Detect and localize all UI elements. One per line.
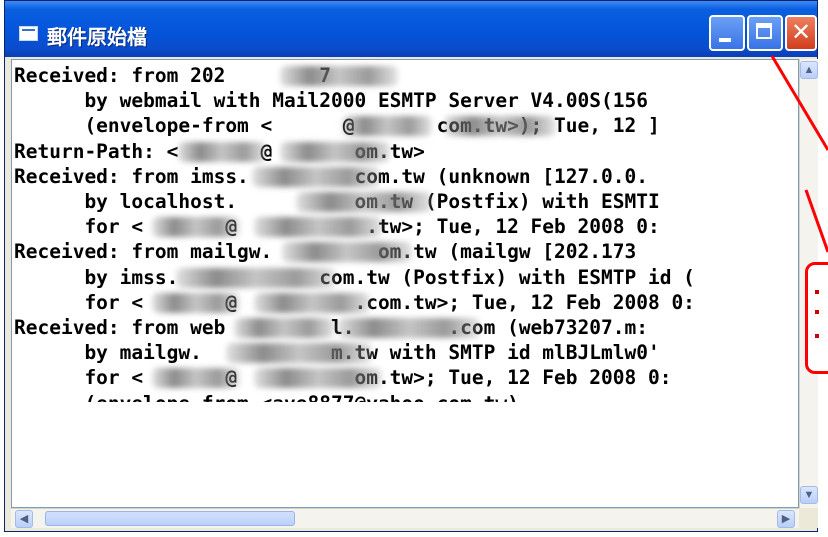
redacted-region bbox=[234, 318, 334, 338]
redacted-region bbox=[226, 343, 372, 363]
annotation-callout-box bbox=[805, 262, 828, 374]
callout-text-fragment bbox=[815, 290, 819, 294]
redacted-region bbox=[152, 368, 240, 388]
scroll-left-button[interactable]: ◀ bbox=[15, 510, 33, 528]
redacted-region bbox=[280, 66, 398, 86]
redacted-region bbox=[282, 242, 412, 262]
window-title: 郵件原始檔 bbox=[47, 25, 147, 49]
window-app-icon[interactable] bbox=[19, 26, 38, 41]
scroll-down-button[interactable]: ▼ bbox=[800, 486, 818, 504]
redacted-region bbox=[176, 268, 336, 288]
mail-source-window: 郵件原始檔 ✕ Received: from 202 7 by webmail … bbox=[4, 0, 818, 532]
header-line: (envelope-from <ave8877@yahoo.com.tw) bbox=[14, 392, 519, 415]
horizontal-scrollbar[interactable]: ◀ ▶ bbox=[11, 508, 799, 528]
redacted-region bbox=[296, 192, 432, 212]
resize-grip[interactable] bbox=[799, 508, 818, 528]
horizontal-scroll-thumb[interactable] bbox=[45, 511, 295, 526]
redacted-region bbox=[152, 217, 240, 237]
redacted-region bbox=[254, 368, 382, 388]
callout-text-fragment bbox=[815, 310, 819, 314]
close-button[interactable]: ✕ bbox=[785, 15, 817, 51]
redacted-region bbox=[254, 217, 382, 237]
redacted-region bbox=[254, 293, 370, 313]
arrow-up-icon: ▲ bbox=[803, 64, 815, 76]
close-icon: ✕ bbox=[790, 18, 812, 46]
header-line: by imss. com.tw (Postfix) with ESMTP id … bbox=[14, 266, 695, 289]
redacted-region bbox=[280, 142, 390, 162]
header-line: (envelope-from < @ com.tw>); Tue, 12 ] bbox=[14, 114, 660, 137]
title-bar[interactable]: 郵件原始檔 ✕ bbox=[5, 1, 817, 57]
redacted-region bbox=[342, 116, 432, 136]
maximize-button[interactable] bbox=[747, 15, 783, 51]
arrow-left-icon: ◀ bbox=[19, 513, 29, 525]
scroll-up-button[interactable]: ▲ bbox=[800, 61, 818, 79]
redacted-region bbox=[252, 167, 380, 187]
callout-text-fragment bbox=[815, 334, 819, 338]
redacted-region bbox=[178, 142, 266, 162]
mail-source-text-area[interactable]: Received: from 202 7 by webmail with Mai… bbox=[11, 59, 799, 508]
arrow-down-icon: ▼ bbox=[803, 489, 815, 501]
redacted-region bbox=[444, 116, 556, 136]
redacted-region bbox=[338, 318, 480, 338]
arrow-right-icon: ▶ bbox=[781, 513, 791, 525]
header-line: by webmail with Mail2000 ESMTP Server V4… bbox=[14, 89, 648, 112]
redacted-region bbox=[152, 293, 240, 313]
scroll-right-button[interactable]: ▶ bbox=[777, 510, 795, 528]
minimize-button[interactable] bbox=[709, 15, 745, 51]
